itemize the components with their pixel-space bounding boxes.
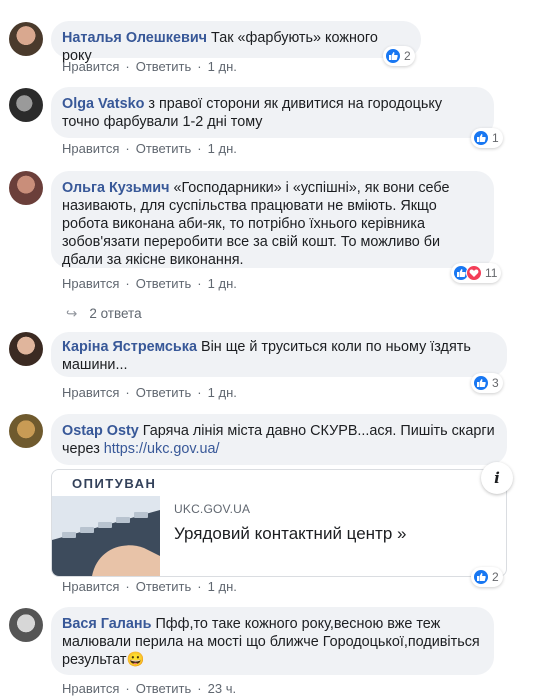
reaction-count-label: 3	[492, 376, 499, 390]
like-reaction-icon	[473, 569, 489, 585]
like-button[interactable]: Нравится	[62, 141, 119, 156]
like-reaction-icon	[385, 48, 401, 64]
avatar[interactable]	[9, 608, 43, 642]
comment-bubble: Olga Vatsko з правої сторони як дивитися…	[51, 87, 494, 138]
link-preview-card[interactable]: ОПИТУВАН UKC.GOV.UA Урядовий контактний …	[51, 469, 507, 577]
grinning-emoji-icon: 😀	[126, 652, 145, 668]
comment-author[interactable]: Ольга Кузьмич	[62, 180, 169, 196]
comment-author[interactable]: Ostap Osty	[62, 423, 139, 439]
avatar[interactable]	[9, 88, 43, 122]
reaction-count[interactable]: 11	[451, 263, 502, 283]
link-preview-domain: UKC.GOV.UA	[174, 502, 251, 516]
avatar[interactable]	[9, 332, 43, 366]
comment-author[interactable]: Olga Vatsko	[62, 96, 144, 112]
comment-bubble: Ostap Osty Гаряча лінія міста давно СКУР…	[51, 414, 507, 465]
like-button[interactable]: Нравится	[62, 276, 119, 291]
like-button[interactable]: Нравится	[62, 681, 119, 696]
comment-time[interactable]: 23 ч.	[208, 681, 236, 696]
comment-time[interactable]: 1 дн.	[208, 276, 237, 291]
link-preview-image-text: ОПИТУВАН	[72, 476, 157, 491]
comment-time[interactable]: 1 дн.	[208, 141, 237, 156]
comment-actions: Нравится · Ответить · 1 дн.	[62, 141, 237, 156]
reply-arrow-icon: ↪	[66, 306, 78, 321]
like-reaction-icon	[473, 130, 489, 146]
info-icon[interactable]: i	[481, 462, 513, 494]
replies-count: 2 ответа	[89, 306, 142, 321]
comment-author[interactable]: Наталья Олешкевич	[62, 30, 207, 46]
comment-actions: Нравится · Ответить · 1 дн.	[62, 579, 237, 594]
reply-button[interactable]: Ответить	[136, 59, 192, 74]
reply-button[interactable]: Ответить	[136, 385, 192, 400]
reaction-count-label: 1	[492, 131, 499, 145]
reaction-count[interactable]: 2	[383, 46, 415, 66]
reaction-count-label: 11	[485, 266, 498, 280]
comment-link[interactable]: https://ukc.gov.ua/	[104, 441, 220, 457]
comment-time[interactable]: 1 дн.	[208, 59, 237, 74]
reaction-count-label: 2	[404, 49, 411, 63]
reaction-count[interactable]: 3	[471, 373, 503, 393]
comment-bubble: Вася Галань Пфф,то таке кожного року,вес…	[51, 607, 494, 675]
comment-actions: Нравится · Ответить · 1 дн.	[62, 276, 237, 291]
like-button[interactable]: Нравится	[62, 59, 119, 74]
reaction-count[interactable]: 1	[471, 128, 503, 148]
reply-button[interactable]: Ответить	[136, 276, 192, 291]
comment-time[interactable]: 1 дн.	[208, 579, 237, 594]
comment-author[interactable]: Каріна Ястремська	[62, 339, 197, 355]
comment-actions: Нравится · Ответить · 1 дн.	[62, 385, 237, 400]
comment-bubble: Наталья Олешкевич Так «фарбують» кожного…	[51, 21, 421, 64]
reply-button[interactable]: Ответить	[136, 579, 192, 594]
like-button[interactable]: Нравится	[62, 385, 119, 400]
like-button[interactable]: Нравится	[62, 579, 119, 594]
avatar[interactable]	[9, 171, 43, 205]
comment-bubble: Каріна Ястремська Він ще й труситься кол…	[51, 332, 507, 377]
comment-actions: Нравится · Ответить · 23 ч.	[62, 681, 237, 696]
like-reaction-icon	[473, 375, 489, 391]
reaction-count-label: 2	[492, 570, 499, 584]
reply-button[interactable]: Ответить	[136, 681, 192, 696]
comment-time[interactable]: 1 дн.	[208, 385, 237, 400]
love-reaction-icon	[466, 265, 482, 281]
comment-bubble: Ольга Кузьмич «Господарники» і «успішні»…	[51, 171, 494, 268]
link-preview-title[interactable]: Урядовий контактний центр »	[174, 524, 406, 544]
comment-actions: Нравится · Ответить · 1 дн.	[62, 59, 237, 74]
reply-button[interactable]: Ответить	[136, 141, 192, 156]
avatar[interactable]	[9, 414, 43, 448]
link-preview-image: ОПИТУВАН	[52, 470, 160, 576]
view-replies-link[interactable]: ↪ 2 ответа	[66, 306, 142, 322]
comment-author[interactable]: Вася Галань	[62, 616, 151, 632]
reaction-count[interactable]: 2	[471, 567, 503, 587]
avatar[interactable]	[9, 22, 43, 56]
